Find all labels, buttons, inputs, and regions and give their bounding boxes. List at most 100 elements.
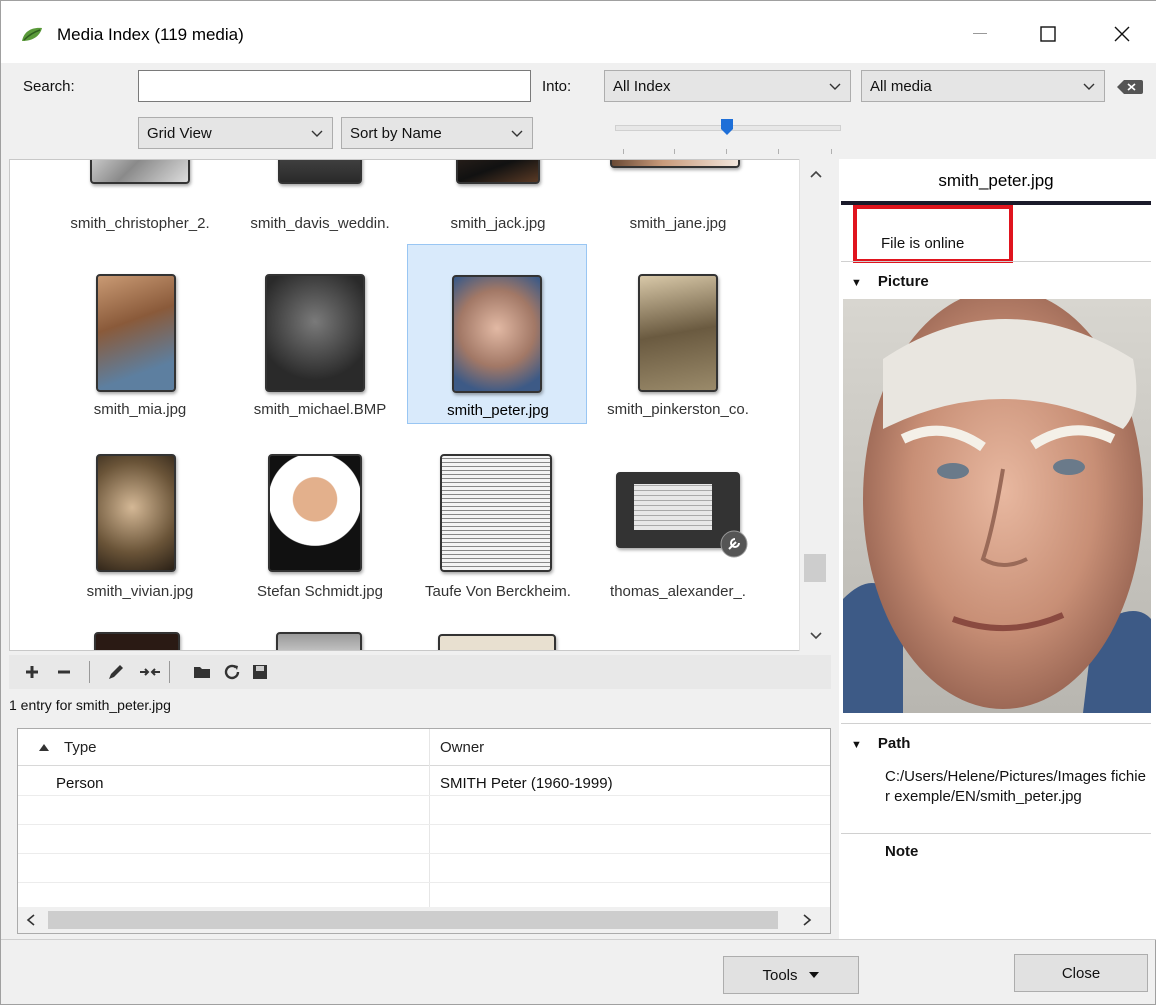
thumbnail-image[interactable] [438,634,556,650]
table-cell-owner[interactable]: SMITH Peter (1960-1999) [440,775,613,792]
media-item[interactable]: smith_jack.jpg [408,160,588,232]
sort-select[interactable]: Sort by Name [341,117,533,149]
footer-divider [1,939,1156,940]
scrollbar-thumb[interactable] [48,911,778,929]
media-item-label: thomas_alexander_. [610,583,746,600]
dropdown-arrow-icon [808,972,819,978]
clear-filter-icon[interactable] [1116,78,1144,96]
thumbnail-image [268,454,362,572]
thumbnail-image[interactable] [276,632,362,650]
thumbnail-image[interactable] [94,632,180,650]
table-row-line [18,853,830,854]
grid-vertical-scrollbar[interactable] [799,159,831,651]
chevron-down-icon [511,130,523,137]
media-item-label: smith_jack.jpg [450,215,546,232]
scroll-left-icon[interactable] [26,914,36,926]
media-item[interactable]: smith_michael.BMP [230,244,410,424]
toolbar-divider [89,661,90,683]
thumbnail-image [440,454,552,572]
table-horizontal-scrollbar[interactable] [18,907,830,933]
scrollbar-thumb[interactable] [804,554,826,582]
media-item[interactable]: smith_vivian.jpg [50,426,230,606]
table-row-line [18,882,830,883]
media-item[interactable]: smith_christopher_2. [50,160,230,232]
thumbnail-image [456,160,540,184]
file-status: File is online [881,235,965,252]
into-label: Into: [542,78,572,95]
wrench-badge-icon [720,530,748,558]
media-item-label: smith_peter.jpg [447,402,549,419]
refresh-icon[interactable] [221,661,243,683]
table-row-line [18,795,830,796]
media-item[interactable]: Taufe Von Berckheim. [408,426,588,606]
into-select[interactable]: All Index [604,70,851,102]
media-filter-select[interactable]: All media [861,70,1105,102]
close-icon[interactable] [1099,11,1145,57]
thumbnail-image [96,454,176,572]
media-item-label: Taufe Von Berckheim. [425,583,571,600]
close-button-label: Close [1061,964,1101,982]
scroll-up-icon[interactable] [809,169,823,179]
app-leaf-icon [22,27,42,41]
remove-icon[interactable] [53,661,75,683]
media-item-label: smith_michael.BMP [253,401,387,418]
path-section-header[interactable]: ▼ Path [851,735,910,752]
media-item[interactable]: smith_jane.jpg [588,160,768,232]
media-item[interactable]: smith_pinkerston_co. [588,244,768,424]
media-item[interactable]: smith_davis_weddin. [230,160,410,232]
section-divider [841,833,1151,834]
picture-preview [843,299,1151,713]
into-select-value: All Index [613,78,671,95]
owner-table: Type Owner Person SMITH Peter (1960-1999… [17,728,831,934]
folder-icon[interactable] [191,661,213,683]
media-item-label: smith_pinkerston_co. [607,401,749,418]
media-item[interactable]: Stefan Schmidt.jpg [230,426,410,606]
thumbnail-image [638,274,718,392]
media-item-label: smith_jane.jpg [629,215,727,232]
thumbnail-image [610,160,740,168]
slider-tick [726,149,727,154]
details-panel: smith_peter.jpg File is online ▼ Picture [839,159,1156,939]
close-button[interactable]: Close [1014,954,1148,992]
minimize-icon[interactable] [957,11,1003,57]
slider-tick [674,149,675,154]
merge-icon[interactable] [139,661,161,683]
note-section-title: Note [885,843,919,860]
media-actions-toolbar [9,655,831,689]
table-cell-type[interactable]: Person [56,775,104,792]
slider-tick [623,149,624,154]
add-icon[interactable] [21,661,43,683]
thumbnail-image [90,160,190,184]
media-item[interactable]: smith_mia.jpg [50,244,230,424]
media-filter-value: All media [870,78,932,95]
portrait-photo [843,299,1151,713]
media-item-label: smith_davis_weddin. [250,215,390,232]
scroll-right-icon[interactable] [802,914,812,926]
column-header-type[interactable]: Type [18,729,428,765]
tools-button[interactable]: Tools [723,956,859,994]
chevron-down-icon [829,83,841,90]
chevron-down-icon [1083,83,1095,90]
search-input[interactable] [138,70,531,102]
maximize-icon[interactable] [1025,11,1071,57]
tools-button-label: Tools [762,966,798,984]
edit-pencil-icon[interactable] [105,661,127,683]
collapse-triangle-icon: ▼ [851,277,862,289]
type-header-label: Type [64,739,97,756]
thumbnail-image [96,274,176,392]
thumbnail-image [278,160,362,184]
media-grid: smith_christopher_2. smith_davis_weddin.… [9,159,831,651]
header-divider [18,765,830,766]
slider-handle[interactable] [721,119,733,135]
save-icon[interactable] [249,661,271,683]
column-header-owner[interactable]: Owner [430,729,830,765]
path-section-title: Path [877,735,911,752]
media-item-selected[interactable]: smith_peter.jpg [407,244,587,424]
thumbnail-image [265,274,365,392]
scroll-down-icon[interactable] [809,631,823,641]
section-divider [841,723,1151,724]
picture-section-header[interactable]: ▼ Picture [851,273,929,290]
selected-filename: smith_peter.jpg [938,171,1054,190]
view-mode-select[interactable]: Grid View [138,117,333,149]
media-item[interactable]: thomas_alexander_. [588,426,768,606]
